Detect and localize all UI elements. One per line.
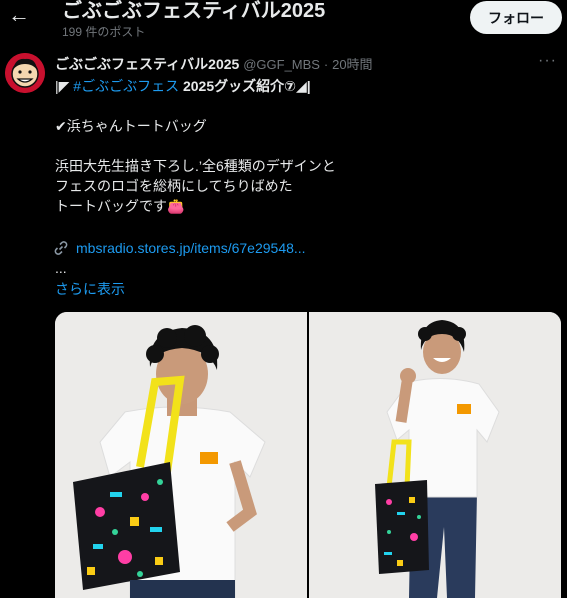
post-line-3: 浜田大先生描き下ろし.’全6種類のデザインと (55, 158, 336, 174)
post-count: 199 件のポスト (62, 25, 146, 39)
author-name[interactable]: ごぶごぶフェスティバル2025 (55, 56, 239, 72)
avatar[interactable] (5, 53, 45, 93)
avatar-illustration (5, 53, 45, 93)
more-horizontal-icon[interactable]: ··· (538, 52, 557, 70)
post-line-5: トートバッグです👛 (55, 198, 185, 214)
author-handle[interactable]: @GGF_MBS (243, 57, 320, 72)
back-arrow-icon[interactable]: ← (8, 3, 30, 27)
hashtag-link[interactable]: #ごぶごぶフェス (73, 78, 179, 94)
top-bar: ← ごぶごぶフェスティバル2025 199 件のポスト フォロー (0, 0, 567, 40)
post-line-4: フェスのロゴを総柄にしてちりばめた (55, 178, 293, 194)
media-photo-2[interactable] (309, 312, 561, 598)
post-line-1: |◤ #ごぶごぶフェス 2025グッズ紹介⑦◢| (55, 76, 311, 96)
media-photo-1[interactable] (55, 312, 307, 598)
text-ellipsis: ... (55, 260, 67, 276)
line1-prefix: |◤ (55, 78, 70, 94)
store-link[interactable]: mbsradio.stores.jp/items/67e29548... (76, 238, 306, 258)
show-more-link[interactable]: さらに表示 (55, 279, 125, 299)
line1-suffix: 2025グッズ紹介⑦◢| (182, 78, 311, 94)
page-title: ごぶごぶフェスティバル2025 (62, 0, 326, 22)
link-icon (54, 241, 68, 255)
photo-man-full-body (309, 312, 561, 598)
meta-separator: · (323, 57, 329, 72)
post-line-2: ✔浜ちゃんトートバッグ (55, 118, 207, 134)
author-row: ごぶごぶフェスティバル2025 @GGF_MBS · 20時間 (55, 54, 373, 74)
photo-man-holding-tote (55, 312, 307, 598)
post-time[interactable]: 20時間 (332, 57, 372, 72)
follow-button[interactable]: フォロー (470, 1, 562, 34)
